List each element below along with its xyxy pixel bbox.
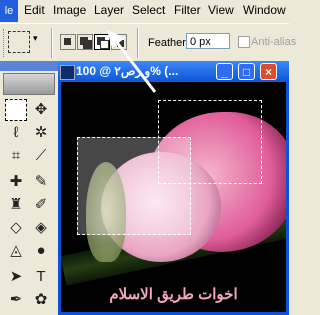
feather-input[interactable]: 0 px [186,33,230,49]
blur-tool-icon[interactable]: ◬ [5,240,27,262]
menu-image[interactable]: Image [53,3,86,17]
chevron-down-icon[interactable]: ▾ [33,33,38,44]
marquee-selection-overlay[interactable] [77,137,191,235]
image-canvas[interactable]: اخوات طريق الاسلام [61,82,286,312]
ps-document-icon [60,65,75,80]
menu-layer[interactable]: Layer [94,3,124,17]
eraser-tool-icon[interactable]: ◇ [5,217,27,239]
document-titlebar[interactable]: و رص٢ @ 100% (... _ □ × [58,61,289,82]
menu-filter[interactable]: Filter [174,3,201,17]
brush-tool-icon[interactable]: ✎ [30,171,52,193]
new-selection-button[interactable] [60,34,76,50]
lasso-tool-icon[interactable]: ℓ [5,122,27,144]
antialias-label: Anti-alias [251,36,297,48]
toolbox-titlebar[interactable] [0,61,58,71]
toolbox: ✥ ℓ ✲ ⌗ ⟋ ✚ ✎ ♜ ✐ ◇ ◈ ◬ ● ➤ T ✒ ✿ [0,61,59,315]
menu-view[interactable]: View [208,3,234,17]
add-to-selection-button[interactable] [77,34,93,50]
document-window: و رص٢ @ 100% (... _ □ × اخوات طريق الاسل… [58,61,289,315]
custom-shape-tool-icon[interactable]: ✿ [30,289,52,311]
photoshop-logo-icon[interactable] [3,73,55,95]
history-brush-tool-icon[interactable]: ✐ [30,194,52,216]
path-selection-tool-icon[interactable]: ➤ [5,266,27,288]
antialias-checkbox[interactable] [238,36,250,48]
clone-stamp-tool-icon[interactable]: ♜ [5,194,27,216]
annotation-arrow-icon [107,30,157,93]
pen-tool-icon[interactable]: ✒ [5,289,27,311]
minimize-button[interactable]: _ [216,63,233,80]
paint-bucket-tool-icon[interactable]: ◈ [30,217,52,239]
menu-select[interactable]: Select [132,3,165,17]
rect-marquee-tool-icon[interactable] [5,99,27,121]
move-tool-icon[interactable]: ✥ [30,99,52,121]
options-bar-grip[interactable] [3,29,7,57]
magic-wand-tool-icon[interactable]: ✲ [30,122,52,144]
separator [51,28,53,58]
app-menu-icon[interactable]: le [0,0,18,22]
tool-preset-icon[interactable] [8,31,30,53]
healing-brush-tool-icon[interactable]: ✚ [5,171,27,193]
burn-tool-icon[interactable]: ● [30,240,52,262]
image-caption-text: اخوات طريق الاسلام [109,286,238,303]
maximize-button[interactable]: □ [238,63,255,80]
type-tool-icon[interactable]: T [30,266,52,288]
close-button[interactable]: × [260,63,277,80]
crop-tool-icon[interactable]: ⌗ [5,145,27,167]
menu-bar: le Edit Image Layer Select Filter View W… [0,0,289,22]
menu-window[interactable]: Window [243,3,286,17]
slice-tool-icon[interactable]: ⟋ [30,145,52,167]
menu-edit[interactable]: Edit [24,3,45,17]
